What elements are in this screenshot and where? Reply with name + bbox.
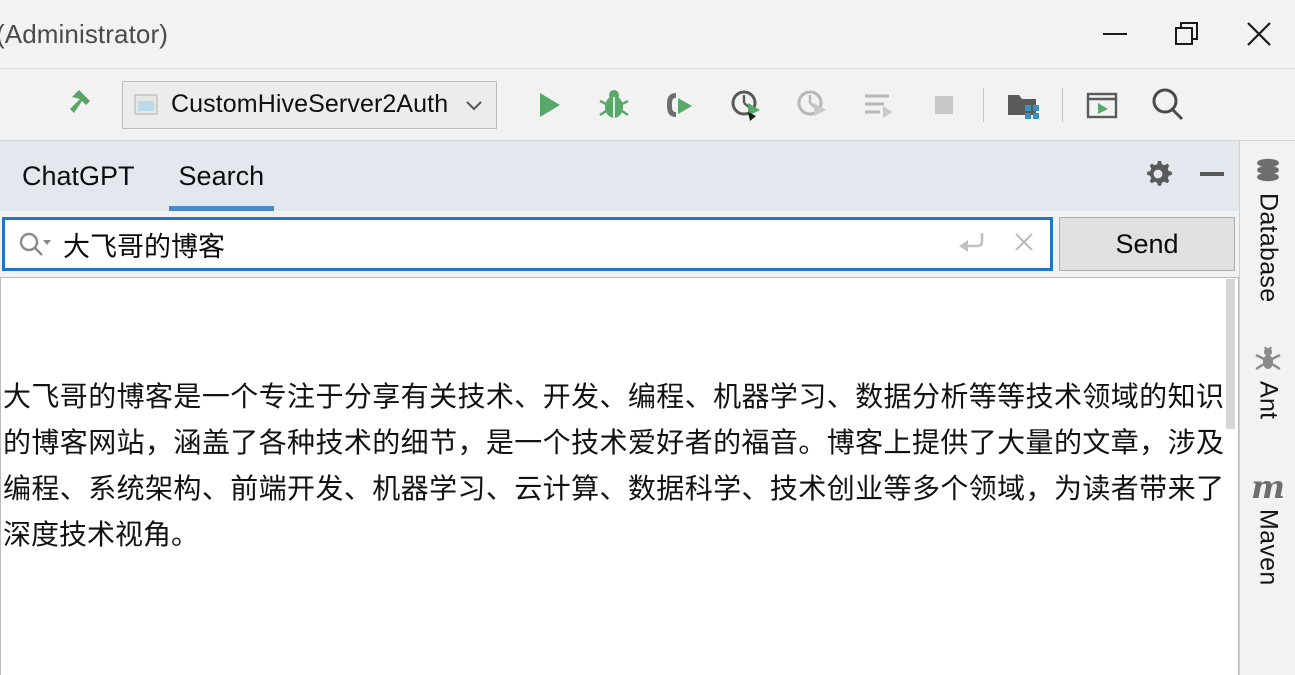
- restore-button[interactable]: [1151, 0, 1223, 68]
- main-toolbar: CustomHiveServer2Auth: [0, 69, 1295, 141]
- settings-button[interactable]: [1131, 141, 1185, 211]
- build-button[interactable]: [44, 69, 120, 140]
- run-tests-button: [845, 69, 911, 140]
- window-title: (Administrator): [0, 18, 168, 49]
- project-structure-button[interactable]: [990, 69, 1056, 140]
- close-button[interactable]: [1223, 0, 1295, 68]
- run-configuration-label: CustomHiveServer2Auth: [171, 90, 449, 118]
- search-field[interactable]: 大飞哥的博客: [2, 217, 1053, 271]
- run-tests-icon: [858, 85, 898, 125]
- profile-button[interactable]: [713, 69, 779, 140]
- search-input[interactable]: 大飞哥的博客: [63, 225, 946, 264]
- send-button-label: Send: [1115, 228, 1179, 259]
- run-configuration-selector[interactable]: CustomHiveServer2Auth: [122, 80, 498, 129]
- application-icon: [131, 90, 161, 120]
- search-dropdown-icon[interactable]: [17, 229, 51, 259]
- tab-search[interactable]: Search: [157, 141, 287, 211]
- sidebar-item-database[interactable]: Database: [1240, 155, 1295, 302]
- settings-gear-icon: [1141, 157, 1175, 196]
- run-icon: [528, 85, 568, 125]
- search-row: 大飞哥的博客 Send: [0, 213, 1239, 275]
- run-button[interactable]: [515, 69, 581, 140]
- profile-icon: [726, 85, 766, 125]
- restore-icon: [1170, 17, 1204, 51]
- ide-window: (Administrator) CustomHiveServer2Auth Ch…: [0, 0, 1295, 675]
- ant-icon: [1252, 343, 1284, 375]
- hide-window-button[interactable]: [1185, 141, 1239, 211]
- search-everywhere-button[interactable]: [1135, 69, 1201, 140]
- sidebar-item-ant[interactable]: Ant: [1240, 343, 1295, 419]
- right-tool-sidebar: Database Ant m Maven: [1239, 141, 1295, 675]
- close-icon: [1241, 16, 1277, 52]
- debug-button[interactable]: [581, 69, 647, 140]
- database-icon: [1252, 155, 1284, 187]
- tab-chatgpt-label: ChatGPT: [22, 160, 135, 191]
- result-scrollbar-thumb[interactable]: [1226, 279, 1235, 429]
- run-with-coverage-button[interactable]: [647, 69, 713, 140]
- send-button[interactable]: Send: [1059, 217, 1235, 271]
- clear-x-icon: [1009, 227, 1039, 262]
- stop-button: [911, 69, 977, 140]
- tab-search-label: Search: [178, 160, 265, 191]
- sidebar-item-maven[interactable]: m Maven: [1240, 471, 1295, 586]
- maven-m-icon: m: [1251, 468, 1285, 506]
- clear-search-button[interactable]: [998, 217, 1050, 271]
- profile-memory-icon: [792, 85, 832, 125]
- sidebar-item-database-label: Database: [1254, 193, 1283, 303]
- terminal-icon: [1082, 85, 1122, 125]
- minimize-icon: [1098, 17, 1132, 51]
- run-with-coverage-icon: [660, 85, 700, 125]
- result-scrollbar[interactable]: [1224, 279, 1237, 675]
- result-panel: 大飞哥的博客是一个专注于分享有关技术、开发、编程、机器学习、数据分析等等技术领域…: [0, 277, 1239, 675]
- minimize-button[interactable]: [1079, 0, 1151, 68]
- terminal-button[interactable]: [1069, 69, 1135, 140]
- stop-icon: [924, 85, 964, 125]
- answer-text: 大飞哥的博客是一个专注于分享有关技术、开发、编程、机器学习、数据分析等等技术领域…: [3, 380, 1224, 551]
- toolbar-separator-1: [983, 87, 985, 122]
- enter-arrow-icon: [955, 227, 989, 262]
- debug-icon: [594, 85, 634, 125]
- tab-chatgpt[interactable]: ChatGPT: [0, 141, 157, 211]
- hide-window-icon: [1195, 157, 1229, 196]
- hammer-icon: [61, 84, 103, 126]
- window-controls: [1079, 0, 1295, 68]
- sidebar-item-ant-label: Ant: [1254, 381, 1283, 420]
- enter-arrow-button[interactable]: [946, 217, 998, 271]
- title-bar: (Administrator): [0, 0, 1295, 69]
- profile-memory-button: [779, 69, 845, 140]
- search-everywhere-icon: [1147, 84, 1189, 126]
- chevron-down-icon: [462, 93, 486, 117]
- tool-window-tabstrip: ChatGPT Search: [0, 141, 1239, 211]
- toolbar-separator-2: [1062, 87, 1064, 122]
- tool-window-actions: [1131, 141, 1239, 211]
- project-structure-icon: [1003, 85, 1043, 125]
- sidebar-item-maven-label: Maven: [1254, 509, 1283, 586]
